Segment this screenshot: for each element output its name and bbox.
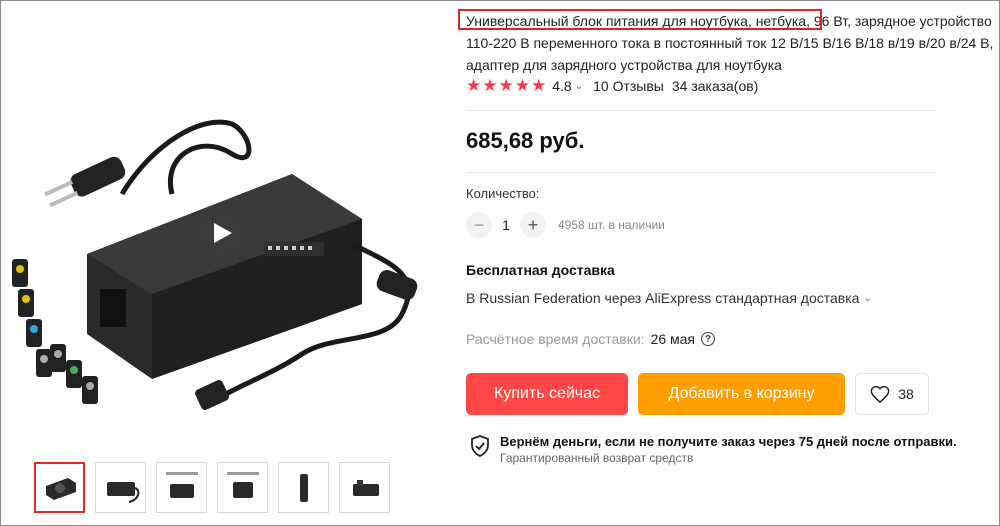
- play-video-button[interactable]: [197, 209, 245, 257]
- decrease-quantity-button[interactable]: −: [466, 212, 492, 238]
- increase-quantity-button[interactable]: +: [520, 212, 546, 238]
- eta-date: 26 мая: [650, 331, 696, 347]
- reviews-link[interactable]: 10 Отзывы: [593, 78, 664, 94]
- thumbnail-4[interactable]: [217, 462, 268, 513]
- shipping-description: В Russian Federation через AliExpress ст…: [466, 290, 860, 306]
- product-main-image[interactable]: [2, 4, 442, 450]
- star-icon: ★: [466, 76, 482, 95]
- thumbnail-6[interactable]: [339, 462, 390, 513]
- thumbnail-3[interactable]: [156, 462, 207, 513]
- chevron-down-icon: ⌄: [863, 292, 872, 304]
- rating-row: ★ ★ ★ ★ ★ 4.8 ⌄ 10 Отзывы 34 заказа(ов): [466, 77, 758, 95]
- divider: [466, 110, 936, 111]
- wishlist-count: 38: [898, 386, 914, 402]
- star-icon: ★: [531, 76, 547, 95]
- delivery-estimate: Расчётное время доставки: 26 мая ?: [466, 331, 716, 347]
- heart-icon: [870, 385, 890, 403]
- product-price: 685,68 руб.: [466, 128, 585, 153]
- add-to-cart-button[interactable]: Добавить в корзину: [638, 373, 845, 415]
- thumbnail-strip: [34, 462, 390, 514]
- chevron-down-icon[interactable]: ⌄: [575, 81, 583, 92]
- buy-now-button[interactable]: Купить сейчас: [466, 373, 628, 415]
- guarantee-subtitle: Гарантированный возврат средств: [500, 451, 694, 465]
- thumbnail-2[interactable]: [95, 462, 146, 513]
- orders-count: 34 заказа(ов): [671, 78, 759, 94]
- title-highlight-box: [458, 9, 822, 30]
- buyer-protection: Вернём деньги, если не получите заказ че…: [470, 433, 957, 467]
- quantity-stepper: − 1 + 4958 шт. в наличии: [466, 212, 665, 238]
- question-icon[interactable]: ?: [701, 332, 716, 346]
- shield-check-icon: [471, 435, 489, 457]
- rating-value[interactable]: 4.8: [552, 78, 571, 94]
- stock-count: 4958 шт. в наличии: [558, 218, 665, 232]
- eta-label: Расчётное время доставки:: [466, 331, 645, 347]
- star-icon: ★: [498, 76, 514, 95]
- thumbnail-1[interactable]: [34, 462, 85, 513]
- wishlist-button[interactable]: 38: [855, 373, 929, 415]
- rating-stars: ★ ★ ★ ★ ★: [466, 77, 546, 95]
- star-icon: ★: [482, 76, 498, 95]
- play-icon: [214, 223, 232, 243]
- shipping-title: Бесплатная доставка: [466, 262, 615, 278]
- shipping-method-selector[interactable]: В Russian Federation через AliExpress ст…: [466, 290, 872, 306]
- quantity-input[interactable]: 1: [492, 217, 520, 233]
- quantity-label: Количество:: [466, 186, 540, 201]
- star-icon: ★: [514, 76, 530, 95]
- thumbnail-5[interactable]: [278, 462, 329, 513]
- guarantee-title: Вернём деньги, если не получите заказ че…: [500, 434, 957, 449]
- divider: [466, 172, 936, 173]
